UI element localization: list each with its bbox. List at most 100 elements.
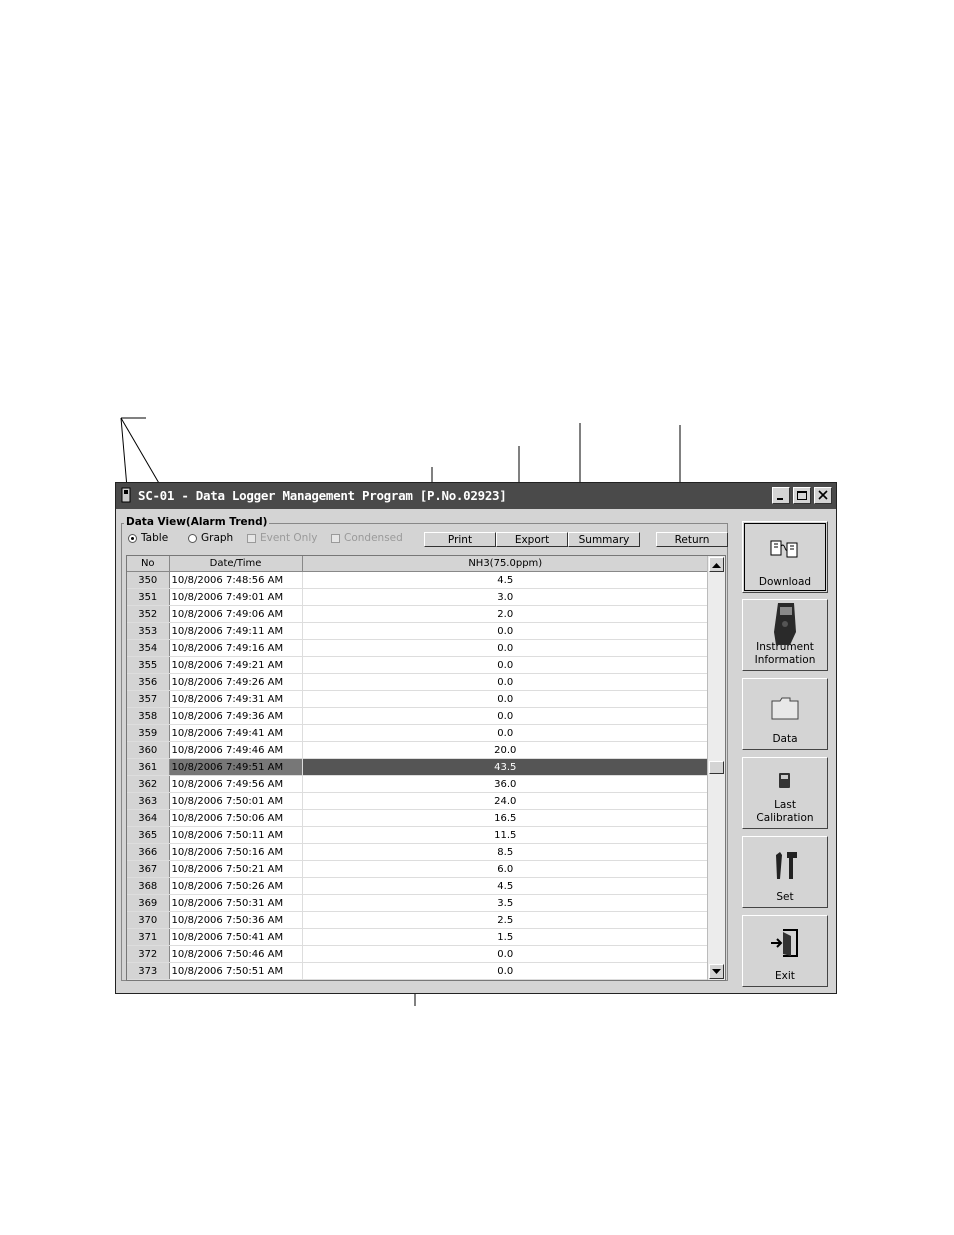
cell-nh3[interactable]: 3.0 (302, 588, 709, 606)
cell-no[interactable]: 372 (127, 945, 170, 963)
cell-nh3[interactable]: 0.0 (302, 690, 709, 708)
cell-no[interactable]: 371 (127, 928, 170, 946)
cell-no[interactable]: 353 (127, 622, 170, 640)
cell-nh3[interactable]: 2.5 (302, 911, 709, 929)
cell-nh3[interactable]: 36.0 (302, 775, 709, 793)
table-row[interactable]: 364 10/8/2006 7:50:06 AM 16.5 (127, 809, 709, 827)
cell-no[interactable]: 367 (127, 860, 170, 878)
cell-no[interactable]: 373 (127, 962, 170, 980)
cell-nh3[interactable]: 43.5 (302, 758, 709, 776)
cell-datetime[interactable]: 10/8/2006 7:50:51 AM (169, 962, 303, 980)
cell-nh3[interactable]: 0.0 (302, 707, 709, 725)
table-row[interactable]: 355 10/8/2006 7:49:21 AM 0.0 (127, 656, 709, 674)
cell-no[interactable]: 370 (127, 911, 170, 929)
cell-datetime[interactable]: 10/8/2006 7:49:31 AM (169, 690, 303, 708)
cell-no[interactable]: 364 (127, 809, 170, 827)
graph-radio[interactable]: Graph (188, 532, 233, 544)
radio-unselected-icon[interactable] (188, 533, 197, 543)
cell-datetime[interactable]: 10/8/2006 7:50:36 AM (169, 911, 303, 929)
summary-button[interactable]: Summary (568, 532, 640, 547)
title-bar[interactable]: SC-01 - Data Logger Management Program [… (116, 483, 836, 509)
table-row[interactable]: 367 10/8/2006 7:50:21 AM 6.0 (127, 860, 709, 878)
cell-datetime[interactable]: 10/8/2006 7:49:11 AM (169, 622, 303, 640)
event-only-checkbox[interactable]: Event Only (247, 532, 317, 544)
cell-no[interactable]: 351 (127, 588, 170, 606)
table-row[interactable]: 365 10/8/2006 7:50:11 AM 11.5 (127, 826, 709, 844)
cell-datetime[interactable]: 10/8/2006 7:49:41 AM (169, 724, 303, 742)
cell-datetime[interactable]: 10/8/2006 7:50:26 AM (169, 877, 303, 895)
cell-datetime[interactable]: 10/8/2006 7:50:21 AM (169, 860, 303, 878)
column-header-no[interactable]: No (127, 556, 170, 572)
cell-datetime[interactable]: 10/8/2006 7:50:01 AM (169, 792, 303, 810)
table-row[interactable]: 373 10/8/2006 7:50:51 AM 0.0 (127, 962, 709, 980)
table-row[interactable]: 366 10/8/2006 7:50:16 AM 8.5 (127, 843, 709, 861)
cell-nh3[interactable]: 0.0 (302, 656, 709, 674)
scroll-thumb[interactable] (709, 761, 724, 774)
table-row[interactable]: 352 10/8/2006 7:49:06 AM 2.0 (127, 605, 709, 623)
scroll-down-button[interactable] (709, 964, 724, 979)
cell-nh3[interactable]: 2.0 (302, 605, 709, 623)
table-row[interactable]: 371 10/8/2006 7:50:41 AM 1.5 (127, 928, 709, 946)
set-button[interactable]: Set (742, 836, 828, 908)
table-row[interactable]: 359 10/8/2006 7:49:41 AM 0.0 (127, 724, 709, 742)
column-header-nh3[interactable]: NH3(75.0ppm) (302, 556, 709, 572)
cell-datetime[interactable]: 10/8/2006 7:50:46 AM (169, 945, 303, 963)
cell-datetime[interactable]: 10/8/2006 7:50:11 AM (169, 826, 303, 844)
table-radio[interactable]: Table (128, 532, 168, 544)
cell-no[interactable]: 363 (127, 792, 170, 810)
table-row[interactable]: 370 10/8/2006 7:50:36 AM 2.5 (127, 911, 709, 929)
cell-nh3[interactable]: 8.5 (302, 843, 709, 861)
data-table[interactable]: No Date/Time NH3(75.0ppm) 350 10/8/2006 7… (126, 555, 726, 981)
cell-no[interactable]: 357 (127, 690, 170, 708)
return-button[interactable]: Return (656, 532, 728, 547)
close-button[interactable] (814, 487, 832, 504)
table-row[interactable]: 350 10/8/2006 7:48:56 AM 4.5 (127, 571, 709, 589)
cell-nh3[interactable]: 0.0 (302, 639, 709, 657)
cell-nh3[interactable]: 11.5 (302, 826, 709, 844)
cell-nh3[interactable]: 4.5 (302, 571, 709, 589)
cell-no[interactable]: 369 (127, 894, 170, 912)
cell-datetime[interactable]: 10/8/2006 7:49:01 AM (169, 588, 303, 606)
cell-nh3[interactable]: 0.0 (302, 724, 709, 742)
table-row[interactable]: 357 10/8/2006 7:49:31 AM 0.0 (127, 690, 709, 708)
cell-nh3[interactable]: 1.5 (302, 928, 709, 946)
cell-datetime[interactable]: 10/8/2006 7:49:21 AM (169, 656, 303, 674)
data-button[interactable]: Data (742, 678, 828, 750)
cell-datetime[interactable]: 10/8/2006 7:50:31 AM (169, 894, 303, 912)
table-row[interactable]: 354 10/8/2006 7:49:16 AM 0.0 (127, 639, 709, 657)
cell-datetime[interactable]: 10/8/2006 7:49:06 AM (169, 605, 303, 623)
print-button[interactable]: Print (424, 532, 496, 547)
table-row[interactable]: 362 10/8/2006 7:49:56 AM 36.0 (127, 775, 709, 793)
cell-no[interactable]: 356 (127, 673, 170, 691)
cell-no[interactable]: 362 (127, 775, 170, 793)
minimize-button[interactable] (772, 487, 790, 504)
exit-button[interactable]: Exit (742, 915, 828, 987)
cell-nh3[interactable]: 0.0 (302, 962, 709, 980)
cell-nh3[interactable]: 0.0 (302, 945, 709, 963)
table-row[interactable]: 361 10/8/2006 7:49:51 AM 43.5 (127, 758, 709, 776)
cell-nh3[interactable]: 24.0 (302, 792, 709, 810)
cell-nh3[interactable]: 0.0 (302, 622, 709, 640)
last-calibration-button[interactable]: Last Calibration (742, 757, 828, 829)
cell-no[interactable]: 360 (127, 741, 170, 759)
checkbox-icon[interactable] (247, 533, 256, 543)
export-button[interactable]: Export (496, 532, 568, 547)
cell-nh3[interactable]: 6.0 (302, 860, 709, 878)
cell-datetime[interactable]: 10/8/2006 7:49:16 AM (169, 639, 303, 657)
table-row[interactable]: 368 10/8/2006 7:50:26 AM 4.5 (127, 877, 709, 895)
maximize-button[interactable] (793, 487, 811, 504)
cell-datetime[interactable]: 10/8/2006 7:49:46 AM (169, 741, 303, 759)
table-row[interactable]: 369 10/8/2006 7:50:31 AM 3.5 (127, 894, 709, 912)
table-row[interactable]: 358 10/8/2006 7:49:36 AM 0.0 (127, 707, 709, 725)
cell-nh3[interactable]: 4.5 (302, 877, 709, 895)
download-button[interactable]: Download (742, 521, 828, 593)
cell-no[interactable]: 355 (127, 656, 170, 674)
cell-no[interactable]: 366 (127, 843, 170, 861)
table-row[interactable]: 356 10/8/2006 7:49:26 AM 0.0 (127, 673, 709, 691)
cell-no[interactable]: 350 (127, 571, 170, 589)
table-row[interactable]: 363 10/8/2006 7:50:01 AM 24.0 (127, 792, 709, 810)
checkbox-icon[interactable] (331, 533, 340, 543)
cell-no[interactable]: 365 (127, 826, 170, 844)
condensed-checkbox[interactable]: Condensed (331, 532, 403, 544)
cell-nh3[interactable]: 0.0 (302, 673, 709, 691)
